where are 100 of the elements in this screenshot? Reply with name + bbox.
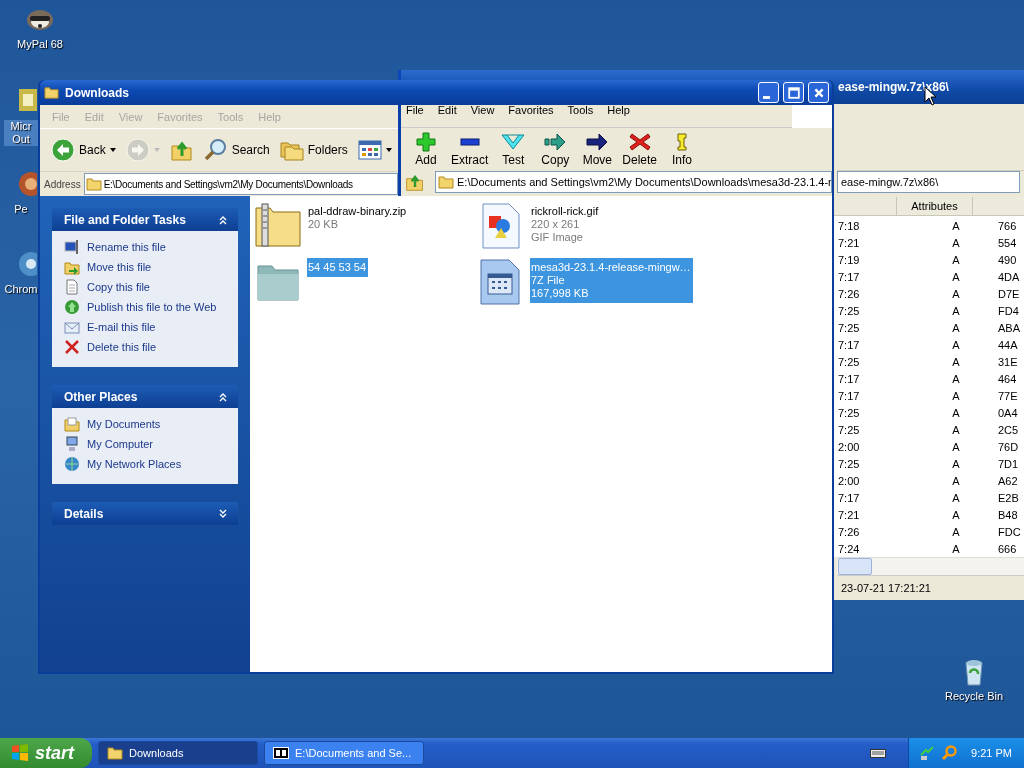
panel-header[interactable]: Other Places bbox=[52, 385, 238, 408]
task-link[interactable]: Delete this file bbox=[87, 341, 157, 353]
table-cell-text: 7:21 bbox=[838, 236, 861, 249]
table-cell-text: A bbox=[951, 508, 961, 521]
file-label[interactable]: rickroll-rick.gif 220 x 261 GIF Image bbox=[530, 202, 601, 244]
task-link[interactable]: My Network Places bbox=[87, 458, 182, 470]
move-button[interactable]: Move bbox=[578, 131, 617, 167]
desktop-icon-label[interactable]: Micr Out bbox=[4, 120, 38, 146]
table-cell-text: A bbox=[951, 253, 961, 266]
folder-icon bbox=[107, 745, 123, 761]
task-link[interactable]: Copy this file bbox=[87, 281, 150, 293]
table-cell-text: A bbox=[951, 440, 961, 453]
folder-icon bbox=[438, 174, 454, 190]
menu-item[interactable]: Tools bbox=[567, 105, 594, 115]
minimize-button[interactable] bbox=[758, 82, 779, 103]
delete-button[interactable]: Delete bbox=[620, 131, 660, 167]
menu-item[interactable]: Edit bbox=[437, 105, 457, 115]
address-label: Address bbox=[44, 178, 81, 190]
file-label[interactable]: pal-ddraw-binary.zip 20 KB bbox=[307, 202, 409, 231]
table-cell-text: A bbox=[951, 270, 961, 283]
task-link[interactable]: My Documents bbox=[87, 418, 161, 430]
scrollbar-thumb[interactable] bbox=[838, 558, 872, 576]
copy-button[interactable]: Copy bbox=[536, 131, 575, 167]
network-icon[interactable] bbox=[919, 745, 936, 761]
folder-arrow-icon bbox=[64, 259, 80, 275]
table-cell-text: 7:25 bbox=[838, 423, 861, 436]
address-field[interactable]: E:\Documents and Settings\vm2\My Documents\Downloads bbox=[83, 173, 398, 195]
scrollbar[interactable] bbox=[837, 557, 1024, 576]
caret-icon bbox=[109, 148, 116, 152]
table-cell: ABA bbox=[998, 321, 1020, 334]
archive-app-icon bbox=[273, 745, 289, 761]
task-link[interactable]: Move this file bbox=[87, 261, 152, 273]
folder-icon bbox=[64, 416, 80, 432]
table-cell-text: A bbox=[951, 219, 961, 232]
back-button[interactable]: Back bbox=[48, 136, 119, 164]
arrow-icon bbox=[585, 131, 610, 152]
menu-item[interactable]: File bbox=[406, 105, 424, 115]
table-cell-text: A bbox=[951, 457, 961, 470]
address-field[interactable]: ease-mingw.7z\x86\ bbox=[837, 171, 1020, 194]
table-cell: D7E bbox=[998, 287, 1020, 300]
zipped-folder-icon[interactable] bbox=[254, 202, 302, 250]
menu-item[interactable]: Favorites bbox=[508, 105, 554, 115]
taskbar-button[interactable]: E:\Documents and Se... bbox=[264, 741, 424, 765]
folders-button[interactable]: Folders bbox=[276, 136, 351, 164]
table-cell: 554 bbox=[998, 236, 1017, 249]
close-icon bbox=[812, 86, 825, 99]
blank-area bbox=[792, 105, 832, 128]
table-cell: 666 bbox=[998, 542, 1017, 555]
table-cell: 0A4 bbox=[998, 406, 1018, 419]
keyboard-icon[interactable] bbox=[870, 747, 887, 759]
network-globe-icon bbox=[64, 456, 80, 472]
search-button[interactable]: Search bbox=[200, 136, 273, 164]
desktop-icon-label[interactable]: MyPal 68 bbox=[16, 38, 64, 51]
table-cell-text: A bbox=[951, 491, 961, 504]
table-cell: FDC bbox=[998, 525, 1021, 538]
envelope-icon bbox=[64, 319, 80, 335]
table-cell-text: A bbox=[951, 542, 961, 555]
desktop-icon-label[interactable]: Recycle Bin bbox=[943, 690, 1005, 703]
caret-icon bbox=[153, 148, 160, 152]
table-cell: FD4 bbox=[998, 304, 1019, 317]
table-cell-text: 7:21 bbox=[838, 508, 861, 521]
task-link[interactable]: My Computer bbox=[87, 438, 154, 450]
table-cell-text: A bbox=[951, 389, 961, 402]
info-button[interactable]: Info bbox=[663, 131, 702, 167]
maximize-button[interactable] bbox=[783, 82, 804, 103]
menu-item[interactable]: View bbox=[470, 105, 495, 115]
extract-button[interactable]: Extract bbox=[449, 131, 491, 167]
panel-header[interactable]: File and Folder Tasks bbox=[52, 208, 238, 231]
desktop-icon-label[interactable]: Pe bbox=[13, 203, 29, 216]
column-header[interactable]: Attributes bbox=[897, 197, 973, 216]
table-cell: A62 bbox=[998, 474, 1018, 487]
taskbar-button[interactable]: Downloads bbox=[98, 741, 258, 765]
address-field[interactable]: E:\Documents and Settings\vm2\My Documents\Downloads\mesa3d-23.1.4-r bbox=[435, 171, 832, 193]
desktop-icon-label[interactable]: Chrom bbox=[3, 283, 39, 296]
table-cell-text: A bbox=[951, 321, 961, 334]
table-cell-text: A bbox=[951, 406, 961, 419]
start-button[interactable]: start bbox=[0, 738, 92, 768]
rename-icon bbox=[64, 239, 80, 255]
add-button[interactable]: Add bbox=[407, 131, 445, 167]
close-button[interactable] bbox=[808, 82, 829, 103]
folder-icon bbox=[44, 85, 59, 100]
task-link[interactable]: Rename this file bbox=[87, 241, 166, 253]
table-cell-text: 7:17 bbox=[838, 372, 861, 385]
table-cell-text: A bbox=[951, 287, 961, 300]
table-cell-text: 7:17 bbox=[838, 270, 861, 283]
task-link[interactable]: E-mail this file bbox=[87, 321, 156, 333]
collapse-chevron-icon bbox=[218, 214, 228, 225]
folder-icon bbox=[85, 176, 102, 192]
menu-item[interactable]: Help bbox=[607, 105, 630, 115]
table-cell-text: 7:24 bbox=[838, 542, 861, 555]
panel-header[interactable]: Details bbox=[52, 502, 238, 525]
table-cell-text: 2:00 bbox=[838, 440, 861, 453]
test-button[interactable]: Test bbox=[494, 131, 533, 167]
task-link[interactable]: Publish this file to the Web bbox=[87, 301, 217, 313]
collapse-chevron-icon bbox=[218, 391, 228, 402]
table-cell: E2B bbox=[998, 491, 1019, 504]
table-cell: 7D1 bbox=[998, 457, 1019, 470]
table-cell-text: A bbox=[951, 304, 961, 317]
table-cell-text: A bbox=[951, 525, 961, 538]
table-cell-text: 7:25 bbox=[838, 355, 861, 368]
